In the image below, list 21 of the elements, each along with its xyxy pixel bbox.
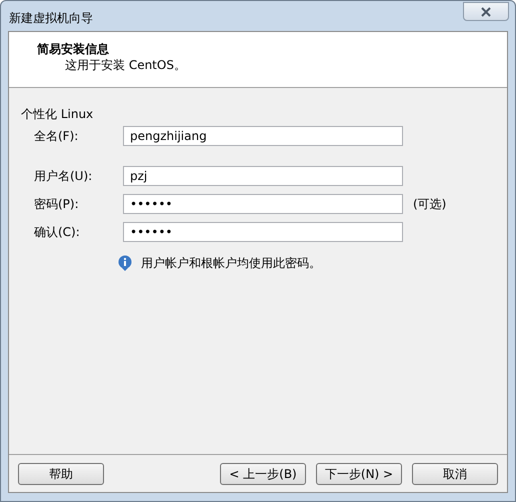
- page-subtitle: 这用于安装 CentOS。: [64, 57, 187, 73]
- back-button[interactable]: < 上一步(B): [220, 462, 306, 484]
- field-label: 确认(C):: [33, 224, 81, 241]
- field-label: 密码(P):: [33, 196, 80, 213]
- cancel-button[interactable]: 取消: [412, 462, 498, 484]
- input-field[interactable]: ••••••: [123, 222, 403, 242]
- close-icon: [481, 6, 491, 16]
- input-field[interactable]: pzj: [123, 166, 403, 186]
- input-field[interactable]: ••••••: [123, 194, 403, 214]
- page-title: 简易安装信息: [37, 41, 110, 57]
- close-button[interactable]: [463, 2, 509, 21]
- input-field[interactable]: pengzhijiang: [123, 126, 403, 146]
- field-label: 用户名(U):: [33, 168, 94, 185]
- info-icon: [117, 255, 133, 271]
- help-button[interactable]: 帮助: [18, 462, 104, 484]
- next-button[interactable]: 下一步(N) >: [316, 462, 402, 484]
- optional-note: (可选): [413, 196, 446, 213]
- info-text: 用户帐户和根帐户均使用此密码。: [141, 255, 321, 272]
- section-title: 个性化 Linux: [21, 106, 94, 122]
- window-title: 新建虚拟机向导: [9, 10, 93, 27]
- field-label: 全名(F):: [33, 128, 80, 145]
